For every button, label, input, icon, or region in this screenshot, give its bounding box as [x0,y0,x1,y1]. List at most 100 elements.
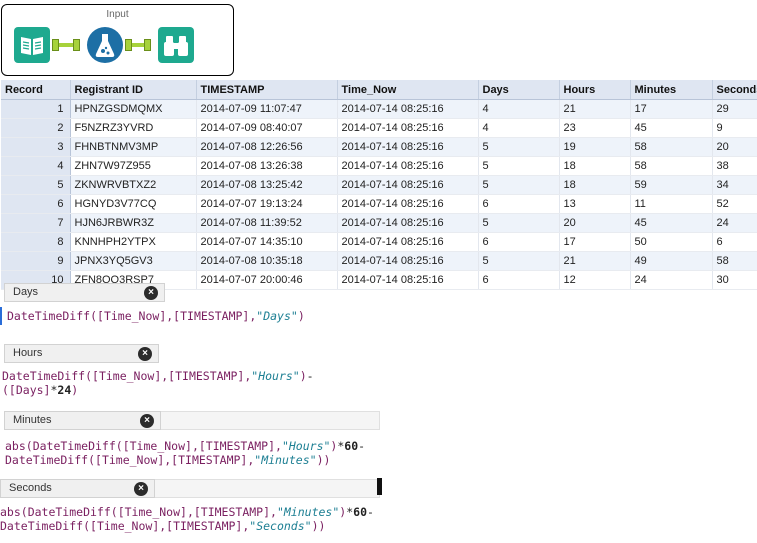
table-cell[interactable]: 49 [630,251,713,271]
table-cell[interactable]: 2014-07-14 08:25:16 [337,232,479,252]
table-cell[interactable]: 20 [712,137,757,157]
table-row[interactable]: 4 ZHN7W97Z955 2014-07-08 13:26:38 2014-07-1… [1,156,757,176]
table-cell[interactable]: 5 [478,156,560,176]
column-header-minutes[interactable]: Minutes [630,80,713,100]
table-cell[interactable]: 13 [559,194,631,214]
formula-expression-hours[interactable]: DateTimeDiff([Time_Now],[TIMESTAMP],"Hou… [2,369,314,397]
record-number-cell[interactable]: 7 [1,213,71,233]
table-cell[interactable]: 20 [559,213,631,233]
table-cell[interactable]: 58 [630,156,713,176]
table-cell[interactable]: 2014-07-14 08:25:16 [337,213,479,233]
table-cell[interactable]: 2014-07-08 11:39:52 [196,213,338,233]
table-cell[interactable]: 5 [478,251,560,271]
column-header-registrant-id[interactable]: Registrant ID [70,80,197,100]
record-number-cell[interactable]: 2 [1,118,71,138]
table-cell[interactable]: HJN6JRBWR3Z [70,213,197,233]
formula-tool[interactable] [87,27,123,63]
record-number-cell[interactable]: 4 [1,156,71,176]
table-cell[interactable]: 2014-07-07 14:35:10 [196,232,338,252]
input-anchor[interactable] [144,39,151,51]
browse-tool[interactable] [158,27,194,63]
table-cell[interactable]: 2014-07-14 08:25:16 [337,175,479,195]
table-cell[interactable]: F5NZRZ3YVRD [70,118,197,138]
table-cell[interactable]: 6 [712,232,757,252]
table-row[interactable]: 2 F5NZRZ3YVRD 2014-07-09 08:40:07 2014-07-1… [1,118,757,138]
table-cell[interactable]: 2014-07-09 11:07:47 [196,99,338,119]
output-anchor[interactable] [52,39,59,51]
field-name-days[interactable]: Days [13,286,38,298]
close-icon[interactable]: × [138,347,152,361]
table-cell[interactable]: 2014-07-08 12:26:56 [196,137,338,157]
column-header-days[interactable]: Days [478,80,560,100]
formula-expression-seconds[interactable]: abs(DateTimeDiff([Time_Now],[TIMESTAMP],… [0,505,374,533]
table-cell[interactable]: 45 [630,213,713,233]
input-anchor[interactable] [73,39,80,51]
record-number-cell[interactable]: 9 [1,251,71,271]
table-cell[interactable]: 58 [630,137,713,157]
formula-field-header-days[interactable]: Days × [4,283,165,302]
table-cell[interactable]: 2014-07-08 13:25:42 [196,175,338,195]
record-number-cell[interactable]: 6 [1,194,71,214]
column-header-hours[interactable]: Hours [559,80,631,100]
table-cell[interactable]: 2014-07-14 08:25:16 [337,270,479,290]
table-cell[interactable]: 2014-07-07 19:13:24 [196,194,338,214]
table-row[interactable]: 7 HJN6JRBWR3Z 2014-07-08 11:39:52 2014-07-1… [1,213,757,233]
table-cell[interactable]: 50 [630,232,713,252]
table-cell[interactable]: 11 [630,194,713,214]
formula-expression-days[interactable]: DateTimeDiff([Time_Now],[TIMESTAMP],"Day… [7,309,305,323]
table-cell[interactable]: KNNHPH2YTPX [70,232,197,252]
column-header-time-now[interactable]: Time_Now [337,80,479,100]
table-cell[interactable]: 45 [630,118,713,138]
table-cell[interactable]: 6 [478,194,560,214]
column-header-record[interactable]: Record [1,80,71,100]
table-cell[interactable]: 29 [712,99,757,119]
input-data-tool[interactable] [14,27,50,63]
column-header-seconds[interactable]: Seconds [712,80,757,100]
table-cell[interactable]: 17 [559,232,631,252]
table-cell[interactable]: 12 [559,270,631,290]
close-icon[interactable]: × [134,482,148,496]
table-cell[interactable]: 23 [559,118,631,138]
field-name-seconds[interactable]: Seconds [9,482,52,494]
output-anchor[interactable] [125,39,132,51]
formula-field-header-hours[interactable]: Hours × [4,344,159,363]
table-cell[interactable]: 6 [478,232,560,252]
record-number-cell[interactable]: 8 [1,232,71,252]
table-cell[interactable]: HPNZGSDMQMX [70,99,197,119]
close-icon[interactable]: × [140,414,154,428]
table-cell[interactable]: 30 [712,270,757,290]
table-cell[interactable]: 52 [712,194,757,214]
table-row[interactable]: 3 FHNBTNMV3MP 2014-07-08 12:26:56 2014-07-1… [1,137,757,157]
table-cell[interactable]: HGNYD3V77CQ [70,194,197,214]
table-cell[interactable]: 2014-07-14 08:25:16 [337,118,479,138]
table-row[interactable]: 5 ZKNWRVBTXZ2 2014-07-08 13:25:42 2014-07-1… [1,175,757,195]
record-number-cell[interactable]: 3 [1,137,71,157]
table-cell[interactable]: 59 [630,175,713,195]
table-cell[interactable]: ZKNWRVBTXZ2 [70,175,197,195]
table-cell[interactable]: 6 [478,270,560,290]
table-cell[interactable]: 2014-07-09 08:40:07 [196,118,338,138]
table-cell[interactable]: 5 [478,213,560,233]
field-name-minutes[interactable]: Minutes [13,414,52,426]
table-cell[interactable]: 58 [712,251,757,271]
table-cell[interactable]: ZHN7W97Z955 [70,156,197,176]
table-cell[interactable]: 5 [478,137,560,157]
table-row[interactable]: 6 HGNYD3V77CQ 2014-07-07 19:13:24 2014-07-1… [1,194,757,214]
close-icon[interactable]: × [144,286,158,300]
table-cell[interactable]: 5 [478,175,560,195]
table-cell[interactable]: 2014-07-14 08:25:16 [337,99,479,119]
table-cell[interactable]: FHNBTNMV3MP [70,137,197,157]
formula-expression-minutes[interactable]: abs(DateTimeDiff([Time_Now],[TIMESTAMP],… [5,439,365,467]
table-cell[interactable]: 2014-07-14 08:25:16 [337,251,479,271]
table-cell[interactable]: 24 [712,213,757,233]
record-number-cell[interactable]: 5 [1,175,71,195]
table-cell[interactable]: JPNX3YQ5GV3 [70,251,197,271]
formula-field-header-seconds[interactable]: Seconds × [0,479,155,498]
table-cell[interactable]: 2014-07-08 13:26:38 [196,156,338,176]
table-cell[interactable]: 18 [559,156,631,176]
table-cell[interactable]: 17 [630,99,713,119]
table-row[interactable]: 1 HPNZGSDMQMX 2014-07-09 11:07:47 2014-07-1… [1,99,757,119]
table-cell[interactable]: 2014-07-14 08:25:16 [337,156,479,176]
table-cell[interactable]: 24 [630,270,713,290]
table-cell[interactable]: 4 [478,118,560,138]
